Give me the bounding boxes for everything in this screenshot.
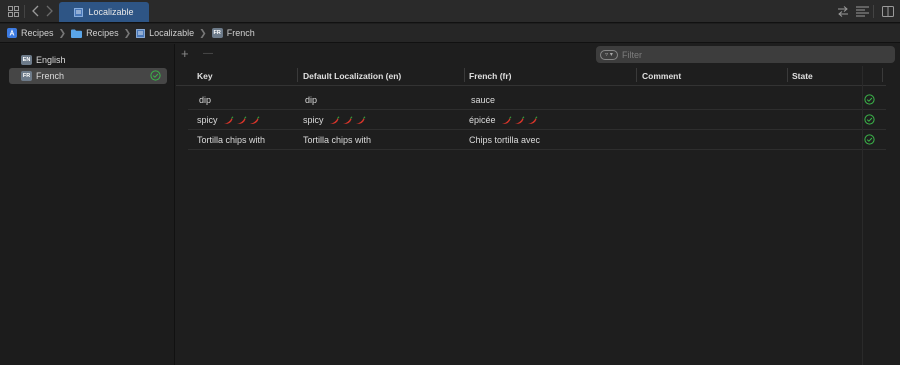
default-text: spicy xyxy=(303,115,324,125)
state-translated-icon xyxy=(864,134,875,145)
filter-field[interactable]: ▿ ▾ Filter xyxy=(596,46,895,63)
filter-options-icon[interactable]: ▿ ▾ xyxy=(600,49,618,60)
table-row[interactable]: Tortilla chips with Tortilla chips with … xyxy=(188,130,886,150)
breadcrumb-label: Recipes xyxy=(86,28,119,38)
tab-localizable[interactable]: Localizable xyxy=(59,2,149,22)
language-badge: FR xyxy=(21,71,32,81)
column-header-default[interactable]: Default Localization (en) xyxy=(303,71,401,81)
french-translation-cell[interactable]: Chips tortilla avec xyxy=(469,135,540,145)
inspector-icon[interactable] xyxy=(881,4,895,18)
chili-pepper-icon xyxy=(249,115,259,124)
key-cell[interactable]: spicy xyxy=(197,115,260,125)
french-translation-cell[interactable]: épicée xyxy=(469,115,538,125)
add-button[interactable]: + xyxy=(181,46,189,61)
folder-icon xyxy=(71,29,83,38)
language-sidebar: EN English FR French xyxy=(0,44,175,365)
chili-pepper-icons xyxy=(501,115,538,125)
key-cell[interactable]: dip xyxy=(199,95,211,105)
sidebar-item-english[interactable]: EN English xyxy=(9,52,167,68)
chevron-right-icon: ❯ xyxy=(58,27,67,38)
strings-file-icon xyxy=(74,7,84,17)
chili-pepper-icons xyxy=(329,115,366,125)
divider xyxy=(24,5,25,18)
table-row[interactable]: dip dip sauce xyxy=(188,90,886,110)
french-translation-cell[interactable]: sauce xyxy=(471,95,495,105)
strings-file-icon xyxy=(136,28,146,38)
breadcrumb-project[interactable]: Recipes xyxy=(7,28,54,38)
divider xyxy=(873,5,874,18)
tab-bar: Localizable xyxy=(0,0,900,23)
column-header-comment[interactable]: Comment xyxy=(642,71,681,81)
string-table-editor: + — ▿ ▾ Filter Key Default Localization … xyxy=(176,44,900,365)
filter-placeholder: Filter xyxy=(622,49,642,60)
key-text: spicy xyxy=(197,115,218,125)
column-divider[interactable] xyxy=(297,68,298,82)
chili-pepper-icon xyxy=(355,115,365,124)
chili-pepper-icon xyxy=(329,115,339,124)
back-icon[interactable] xyxy=(29,4,43,18)
chili-pepper-icon xyxy=(527,115,537,124)
list-icon[interactable] xyxy=(855,4,869,18)
column-divider[interactable] xyxy=(464,68,465,82)
default-localization-cell[interactable]: dip xyxy=(305,95,317,105)
column-header-french[interactable]: French (fr) xyxy=(469,71,512,81)
state-translated-icon xyxy=(864,114,875,125)
breadcrumb-label: Localizable xyxy=(149,28,195,38)
forward-icon[interactable] xyxy=(42,4,56,18)
chili-pepper-icon xyxy=(223,115,233,124)
breadcrumb: Recipes ❯ Recipes ❯ Localizable ❯ FR Fre… xyxy=(0,24,900,43)
column-divider[interactable] xyxy=(787,68,788,82)
default-localization-cell[interactable]: spicy xyxy=(303,115,366,125)
checkmark-circle-icon xyxy=(150,70,161,81)
breadcrumb-language[interactable]: FR French xyxy=(211,28,255,38)
sidebar-item-label: English xyxy=(36,55,66,65)
sidebar-item-label: French xyxy=(36,71,65,81)
chili-pepper-icon xyxy=(236,115,246,124)
column-header-state[interactable]: State xyxy=(792,71,813,81)
remove-button[interactable]: — xyxy=(203,48,213,59)
sidebar-item-french[interactable]: FR French xyxy=(9,68,167,84)
column-divider[interactable] xyxy=(636,68,637,82)
grid-icon[interactable] xyxy=(6,4,20,18)
breadcrumb-label: French xyxy=(226,28,255,38)
table-header: Key Default Localization (en) French (fr… xyxy=(176,66,886,86)
french-text: épicée xyxy=(469,115,496,125)
state-translated-icon xyxy=(864,94,875,105)
column-header-key[interactable]: Key xyxy=(197,71,213,81)
table-row[interactable]: spicy spicy épicée xyxy=(188,110,886,130)
chili-pepper-icons xyxy=(223,115,260,125)
key-cell[interactable]: Tortilla chips with xyxy=(197,135,265,145)
chevron-right-icon: ❯ xyxy=(199,27,207,38)
tab-title: Localizable xyxy=(88,7,134,17)
breadcrumb-label: Recipes xyxy=(21,28,54,38)
column-divider[interactable] xyxy=(882,68,883,82)
chili-pepper-icon xyxy=(514,115,524,124)
chili-pepper-icon xyxy=(501,115,511,124)
chevron-right-icon: ❯ xyxy=(123,27,132,38)
language-badge: EN xyxy=(21,55,32,65)
default-localization-cell[interactable]: Tortilla chips with xyxy=(303,135,371,145)
breadcrumb-file[interactable]: Localizable xyxy=(136,28,194,38)
swap-icon[interactable] xyxy=(836,4,850,18)
language-badge: FR xyxy=(211,28,223,38)
breadcrumb-folder[interactable]: Recipes xyxy=(71,28,119,38)
column-divider xyxy=(862,66,863,365)
chili-pepper-icon xyxy=(342,115,352,124)
app-project-icon xyxy=(7,28,17,38)
